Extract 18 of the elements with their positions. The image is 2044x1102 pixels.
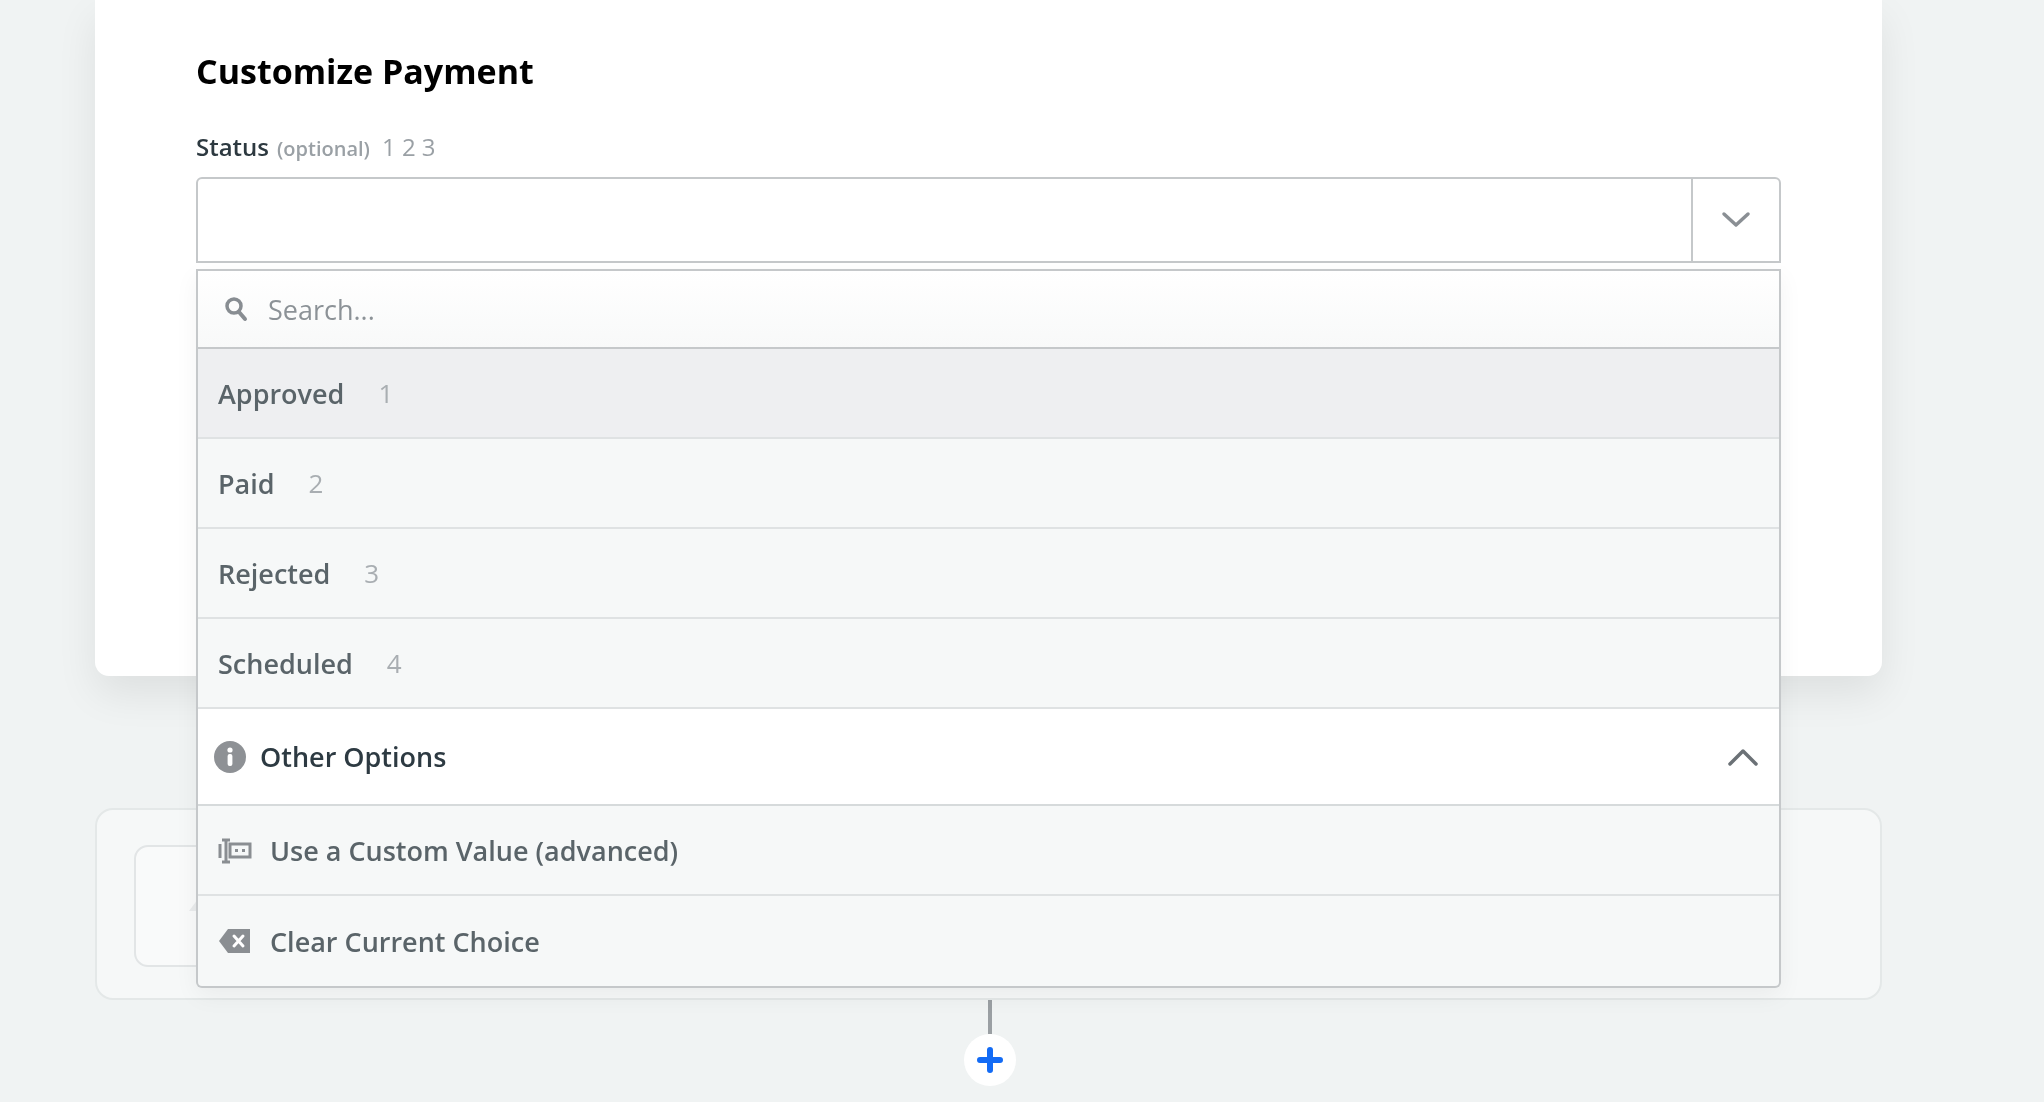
option-item[interactable]: Paid 2: [198, 439, 1779, 529]
form-title: Customize Payment: [196, 48, 535, 94]
search-input[interactable]: Search...: [266, 289, 1759, 329]
plus-icon: [977, 1047, 1003, 1073]
optional-note: (optional): [277, 135, 370, 162]
menu-item[interactable]: Clear Current Choice: [198, 896, 1779, 986]
field-label: Status: [196, 130, 270, 163]
clear-icon: [218, 928, 252, 954]
search-icon: [224, 296, 248, 322]
search-field[interactable]: Search...: [198, 269, 1779, 349]
option-item[interactable]: Approved 1: [198, 349, 1779, 439]
menu-item[interactable]: Use a Custom Value (advanced): [198, 806, 1779, 896]
info-icon: [214, 740, 246, 773]
option-item[interactable]: Rejected 3: [198, 529, 1779, 619]
field-hint: 1 2 3: [381, 130, 436, 163]
other-options-toggle[interactable]: Other Options: [198, 709, 1779, 806]
chevron-icon: [1721, 211, 1751, 229]
add-step-button[interactable]: [964, 1034, 1016, 1086]
